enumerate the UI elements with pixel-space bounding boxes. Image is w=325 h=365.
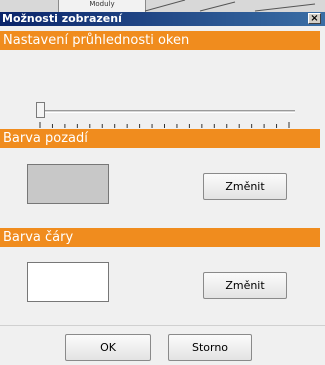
line-color-swatch (27, 262, 109, 302)
close-icon: × (310, 13, 319, 24)
background-color-section-header: Barva pozadí (0, 129, 320, 148)
title-bar: Možnosti zobrazení × (0, 12, 325, 26)
background-window-strip: Moduly (0, 0, 325, 12)
change-background-color-button[interactable]: Změnit (203, 173, 287, 200)
change-line-color-button[interactable]: Změnit (203, 272, 287, 299)
background-lines (145, 0, 316, 12)
cancel-button[interactable]: Storno (168, 334, 252, 361)
display-options-dialog: Nastavení průhlednosti oken Barva pozadí… (0, 26, 325, 365)
close-button[interactable]: × (308, 13, 321, 24)
dialog-title: Možnosti zobrazení (2, 12, 122, 25)
line-color-section-header: Barva čáry (0, 228, 320, 247)
slider-thumb[interactable] (36, 102, 45, 118)
background-tab-moduly: Moduly (58, 0, 146, 12)
footer-separator (0, 325, 325, 326)
slider-track[interactable] (40, 110, 295, 113)
transparency-section-header: Nastavení průhlednosti oken (0, 31, 320, 50)
ok-button[interactable]: OK (65, 334, 151, 361)
background-color-swatch (27, 164, 109, 204)
